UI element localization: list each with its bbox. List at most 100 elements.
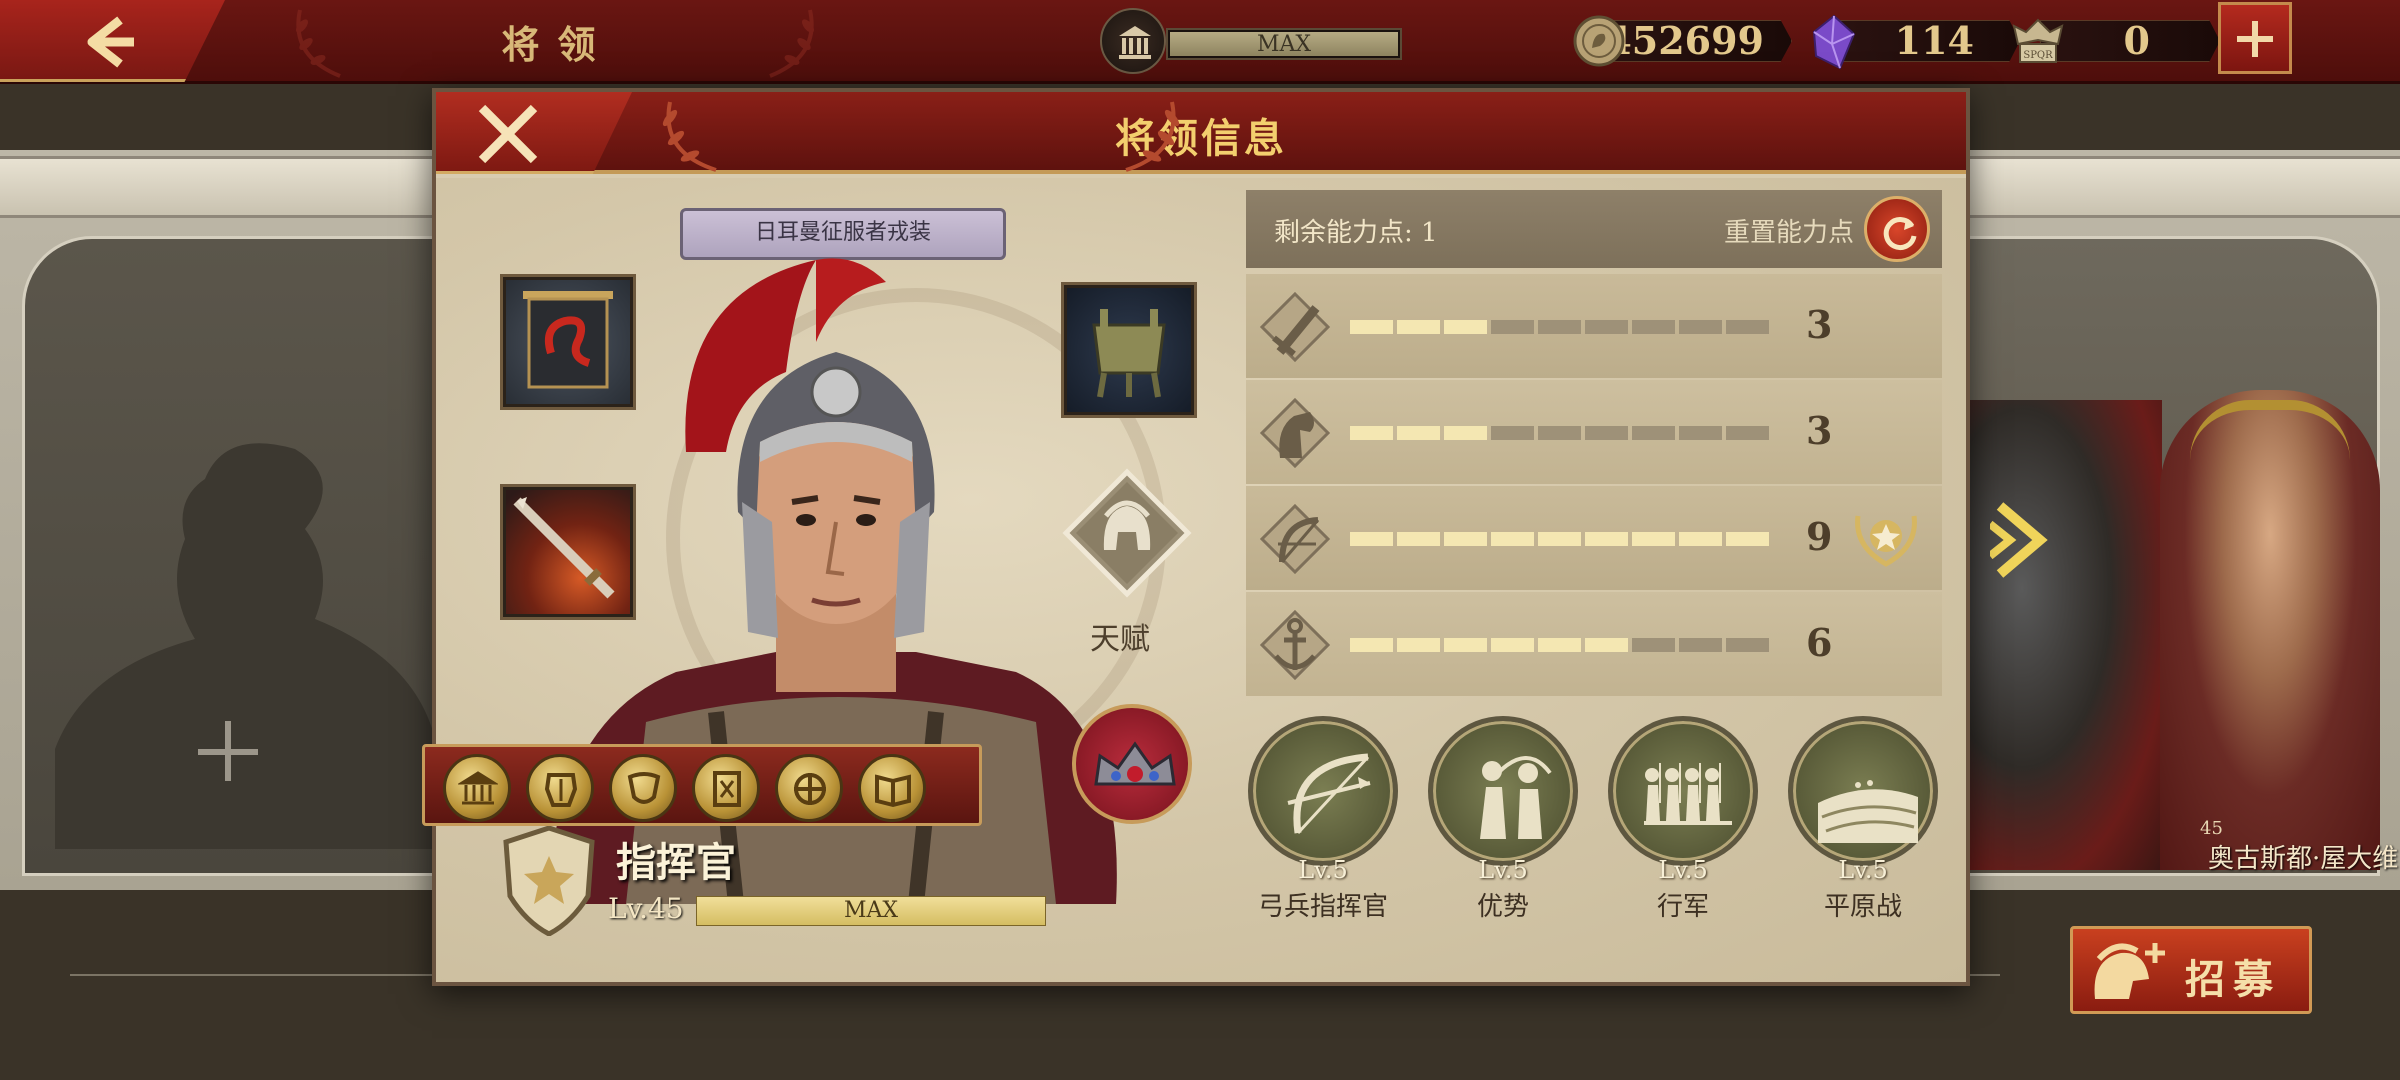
- sword-icon: [1260, 292, 1330, 362]
- stat-segment: [1538, 638, 1581, 652]
- stat-segment: [1585, 320, 1628, 334]
- mastery-star-icon: [1855, 515, 1917, 567]
- march-icon[interactable]: [1608, 716, 1758, 866]
- coin-icon: [1573, 15, 1625, 67]
- anchor-icon: [1260, 610, 1330, 680]
- recruit-button[interactable]: 招募: [2070, 926, 2312, 1014]
- commander-rank-icon: [503, 826, 595, 936]
- add-hero-icon: [198, 721, 258, 781]
- back-arrow-icon: [87, 16, 134, 68]
- stat-value: 3: [1806, 302, 1833, 347]
- coin-counter[interactable]: 452699: [1572, 14, 1792, 68]
- stat-segment: [1632, 320, 1675, 334]
- laurel-left-icon: [296, 9, 341, 78]
- hero-card-level: 45: [2200, 818, 2223, 839]
- skill-name: 优势: [1476, 892, 1529, 922]
- stat-segment: [1350, 532, 1393, 546]
- hero-level: Lv.45: [608, 892, 684, 925]
- stat-segment: [1538, 320, 1581, 334]
- stat-row[interactable]: 6: [1246, 592, 1942, 696]
- stat-value: 9: [1806, 514, 1833, 559]
- skill-name: 弓兵指挥官: [1257, 892, 1388, 922]
- stat-segment: [1350, 320, 1393, 334]
- remaining-points: 剩余能力点: 1: [1274, 218, 1438, 248]
- stat-segment: [1585, 638, 1628, 652]
- stat-segment: [1491, 320, 1534, 334]
- plains-battle-icon[interactable]: [1788, 716, 1938, 866]
- treasury-icon: [1100, 8, 1166, 74]
- hero-card-name: 奥古斯都·屋大维: [2208, 844, 2399, 874]
- add-resource-button[interactable]: [2218, 2, 2292, 74]
- stat-segment: [1350, 638, 1393, 652]
- stat-segment: [1585, 532, 1628, 546]
- medal-shield-icon[interactable]: [609, 754, 677, 822]
- exp-bar: MAX: [696, 896, 1046, 926]
- stat-segment: [1397, 426, 1440, 440]
- dialog-header: 将领信息: [436, 92, 1966, 174]
- back-button[interactable]: [0, 0, 225, 82]
- medal-temple-icon[interactable]: [443, 754, 511, 822]
- stat-value: 6: [1806, 620, 1833, 665]
- reset-points-label: 重置能力点: [1723, 218, 1854, 248]
- skills-row: Lv.5 弓兵指挥官 Lv.5 优势 Lv.5 行军 Lv.5 平原战: [1248, 716, 1944, 936]
- medal-scroll-icon[interactable]: [692, 754, 760, 822]
- next-arrow-icon[interactable]: [1990, 500, 2060, 580]
- stat-row[interactable]: 3: [1246, 274, 1942, 378]
- gem-counter[interactable]: 114: [1810, 14, 2020, 70]
- stat-segment: [1397, 320, 1440, 334]
- advantage-icon[interactable]: [1428, 716, 1578, 866]
- stat-segment: [1491, 426, 1534, 440]
- skill-name: 行军: [1656, 892, 1709, 922]
- hero-card-partial[interactable]: [1962, 400, 2162, 870]
- refresh-icon: [1883, 217, 1917, 251]
- stat-segment: [1491, 532, 1534, 546]
- stat-segment: [1350, 426, 1393, 440]
- spqr-plate-text: SPQR: [2023, 50, 2053, 61]
- skill-level: Lv.5: [1838, 856, 1888, 884]
- laurel-right-icon: [769, 9, 814, 78]
- stat-row[interactable]: 3: [1246, 380, 1942, 484]
- stat-segment: [1444, 320, 1487, 334]
- treasury-bar: MAX: [1166, 28, 1402, 60]
- bow-icon: [1260, 504, 1330, 574]
- cavalry-icon: [1260, 398, 1330, 468]
- stat-segment: [1679, 320, 1722, 334]
- stat-segment: [1444, 532, 1487, 546]
- stat-segment: [1632, 532, 1675, 546]
- stat-segment: [1632, 426, 1675, 440]
- archer-commander-icon[interactable]: [1248, 716, 1398, 866]
- stat-segment: [1397, 638, 1440, 652]
- spqr-counter[interactable]: 0 SPQR: [2010, 14, 2220, 68]
- stat-segment: [1679, 426, 1722, 440]
- recruit-label: 招募: [2185, 956, 2281, 1003]
- stat-row[interactable]: 9: [1246, 486, 1942, 590]
- stat-segment: [1726, 532, 1769, 546]
- skill-level: Lv.5: [1298, 856, 1348, 884]
- stat-segment: [1679, 532, 1722, 546]
- stat-segment: [1444, 426, 1487, 440]
- empty-hero-slot[interactable]: [22, 236, 452, 876]
- stat-segment: [1491, 638, 1534, 652]
- hero-card-augustus[interactable]: [2160, 390, 2380, 870]
- stat-segment: [1444, 638, 1487, 652]
- page-title: 将领: [501, 22, 614, 67]
- general-info-dialog: 将领信息 日耳曼征服者戎装 天赋 指挥官 Lv.45 MAX 剩余能力点: 1 …: [422, 88, 1970, 986]
- medal-book-icon[interactable]: [858, 754, 926, 822]
- stat-segment: [1632, 638, 1675, 652]
- medal-bar: [422, 744, 982, 826]
- crown-equip-slot[interactable]: [1072, 704, 1192, 824]
- jeweled-crown-icon: [1094, 741, 1176, 786]
- treasury-level: MAX: [1170, 32, 1398, 57]
- stat-segment: [1538, 532, 1581, 546]
- rank-title: 指挥官: [616, 839, 736, 886]
- skill-level: Lv.5: [1478, 856, 1528, 884]
- reset-points-button[interactable]: [1864, 196, 1930, 262]
- medal-armor-icon[interactable]: [526, 754, 594, 822]
- stats-header: 剩余能力点: 1 重置能力点: [1246, 190, 1942, 268]
- stat-segment: [1679, 638, 1722, 652]
- medal-cross-icon[interactable]: [775, 754, 843, 822]
- stat-segment: [1397, 532, 1440, 546]
- dialog-body: 日耳曼征服者戎装 天赋 指挥官 Lv.45 MAX 剩余能力点: 1 重置能力点…: [422, 178, 1966, 982]
- dialog-title: 将领信息: [1115, 115, 1287, 162]
- helmet-plus-icon: [2094, 943, 2165, 999]
